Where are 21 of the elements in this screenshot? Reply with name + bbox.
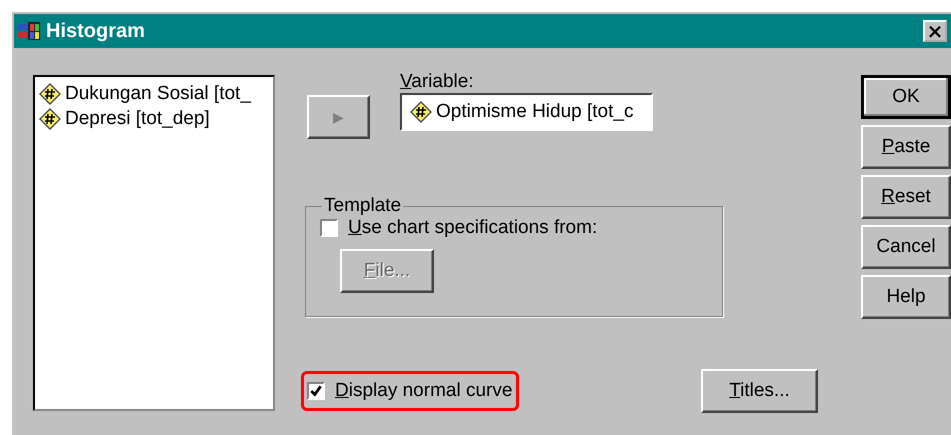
group-title: Template: [323, 195, 402, 217]
variable-label: Variable:: [400, 71, 475, 93]
numeric-variable-icon: [39, 83, 61, 105]
normal-curve-checkbox[interactable]: Display normal curve: [301, 371, 520, 411]
list-item[interactable]: Depresi [tot_dep]: [39, 108, 270, 130]
dialog-button[interactable]: Reset: [861, 175, 951, 219]
numeric-variable-icon: [39, 108, 61, 130]
dialog-button[interactable]: Cancel: [861, 225, 951, 269]
list-item[interactable]: Dukungan Sosial [tot_: [39, 83, 270, 105]
variable-list[interactable]: Dukungan Sosial [tot_ Depresi [tot_dep]: [33, 75, 276, 411]
chart-spec-checkbox[interactable]: Use chart specifications from:: [320, 217, 722, 239]
variable-field[interactable]: Optimisme Hidup [tot_c: [400, 93, 654, 131]
check-icon: [309, 384, 324, 398]
dialog-button[interactable]: Help: [861, 275, 951, 319]
close-button[interactable]: ×: [923, 20, 947, 42]
dialog-button[interactable]: OK: [861, 75, 951, 119]
titles-button[interactable]: Titles...: [701, 369, 818, 413]
dialog-button[interactable]: Paste: [861, 125, 951, 169]
window-title: Histogram: [46, 20, 146, 42]
numeric-variable-icon: [410, 101, 432, 123]
app-icon: [18, 20, 42, 42]
